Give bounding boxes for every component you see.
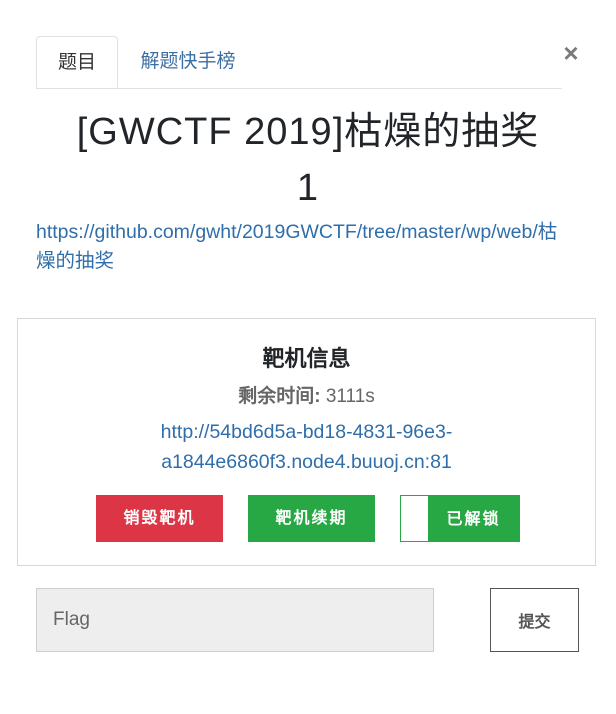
- destroy-instance-button[interactable]: 销毁靶机: [96, 495, 223, 542]
- remaining-time: 剩余时间: 3111s: [18, 381, 595, 408]
- remaining-time-label: 剩余时间:: [238, 386, 321, 407]
- instance-card: 靶机信息 剩余时间: 3111s http://54bd6d5a-bd18-48…: [17, 318, 596, 566]
- submit-button[interactable]: 提交: [490, 588, 579, 652]
- close-icon[interactable]: ×: [560, 38, 582, 68]
- challenge-title-text: [GWCTF 2019]枯燥的抽奖: [76, 111, 540, 153]
- challenge-title: [GWCTF 2019]枯燥的抽奖 1: [40, 104, 576, 216]
- instance-url-line1[interactable]: http://54bd6d5a-bd18-4831-96e3-: [18, 417, 595, 447]
- instance-url-line2[interactable]: a1844e6860f3.node4.buuoj.cn:81: [18, 447, 595, 477]
- remaining-time-value: 3111s: [325, 386, 375, 407]
- tab-bar: 题目 解题快手榜: [36, 36, 562, 89]
- challenge-modal: 题目 解题快手榜 × [GWCTF 2019]枯燥的抽奖 1 https://g…: [0, 0, 616, 714]
- unlocked-label: 已解锁: [446, 511, 501, 528]
- tab-challenge[interactable]: 题目: [36, 36, 118, 88]
- tab-solves-leaderboard[interactable]: 解题快手榜: [128, 36, 248, 88]
- instance-heading: 靶机信息: [262, 346, 351, 371]
- toggle-knob: [401, 496, 428, 541]
- flag-input[interactable]: [36, 588, 434, 652]
- instance-url-link[interactable]: http://54bd6d5a-bd18-4831-96e3- a1844e68…: [18, 417, 595, 477]
- unlocked-toggle[interactable]: 已解锁: [400, 495, 520, 542]
- renew-instance-button[interactable]: 靶机续期: [248, 495, 375, 542]
- challenge-title-suffix: 1: [296, 167, 320, 209]
- description-link[interactable]: https://github.com/gwht/2019GWCTF/tree/m…: [36, 218, 576, 276]
